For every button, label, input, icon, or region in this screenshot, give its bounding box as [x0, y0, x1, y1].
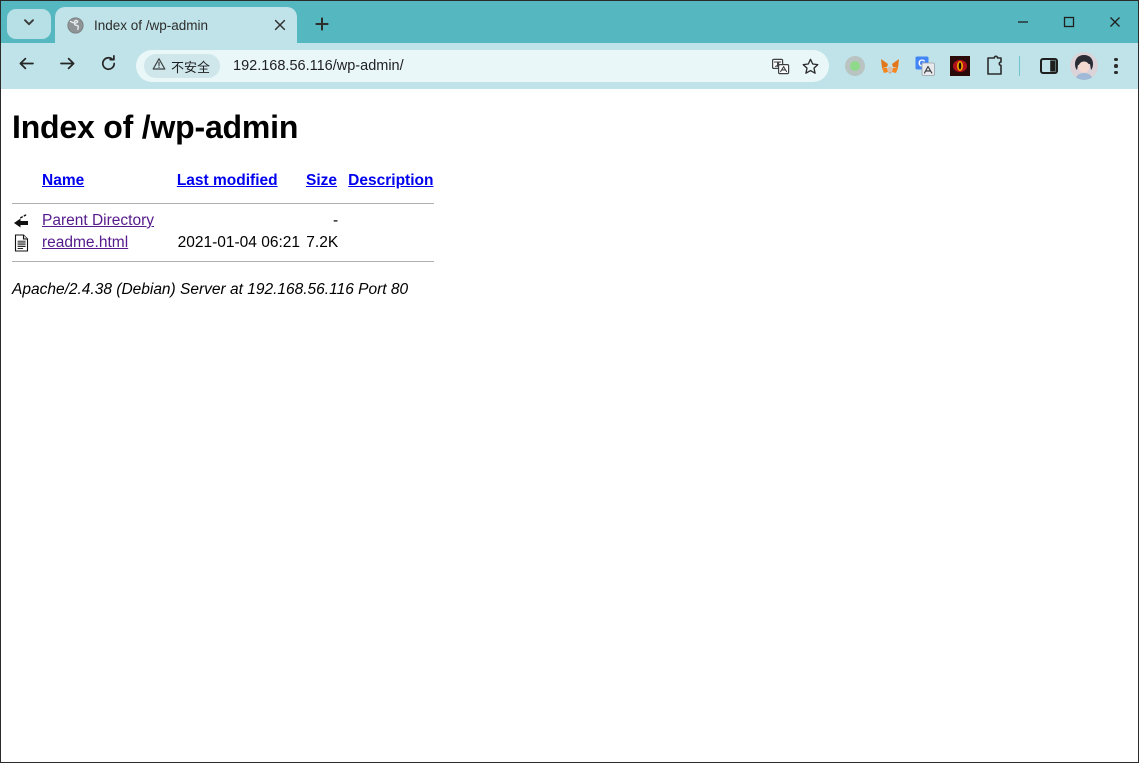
header-description[interactable]: Description	[348, 172, 434, 196]
address-bar[interactable]: 不安全 192.168.56.116/wp-admin/	[136, 50, 829, 82]
table-row: Parent Directory -	[12, 210, 434, 232]
header-icon-cell	[12, 172, 42, 196]
tab-close-button[interactable]	[269, 14, 291, 36]
back-arrow-icon	[17, 54, 36, 78]
star-icon[interactable]	[795, 51, 825, 81]
forward-arrow-icon	[58, 54, 77, 78]
text-document-icon	[12, 233, 42, 253]
chevron-down-icon	[22, 15, 36, 34]
google-translate-extension-icon[interactable]: G	[910, 51, 940, 81]
green-circle-extension-icon[interactable]	[840, 51, 870, 81]
page-content: Index of /wp-admin Name Last modified Si…	[1, 89, 1138, 762]
sort-by-description-link[interactable]: Description	[348, 172, 433, 189]
back-button[interactable]	[9, 49, 43, 83]
window-controls	[1000, 1, 1138, 43]
minimize-button[interactable]	[1000, 1, 1046, 43]
tab-title: Index of /wp-admin	[94, 17, 209, 33]
header-size[interactable]: Size	[306, 172, 348, 196]
maximize-button[interactable]	[1046, 1, 1092, 43]
row-description-cell	[348, 210, 434, 232]
reload-button[interactable]	[91, 49, 125, 83]
new-tab-button[interactable]	[307, 9, 337, 39]
tab-strip: Index of /wp-admin	[1, 1, 1138, 43]
globe-icon	[67, 16, 84, 34]
row-last-modified-cell: 2021-01-04 06:21	[177, 234, 301, 251]
forward-button[interactable]	[50, 49, 84, 83]
header-rule	[12, 203, 434, 204]
browser-tab[interactable]: Index of /wp-admin	[55, 7, 297, 43]
three-dot-menu-icon[interactable]	[1102, 51, 1130, 81]
header-name[interactable]: Name	[42, 172, 177, 196]
sort-by-size-link[interactable]: Size	[306, 172, 337, 189]
table-row: readme.html 2021-01-04 06:21 7.2K	[12, 232, 434, 254]
server-signature: Apache/2.4.38 (Debian) Server at 192.168…	[12, 281, 409, 298]
header-last-modified[interactable]: Last modified	[177, 172, 306, 196]
close-window-button[interactable]	[1092, 1, 1138, 43]
row-icon-cell	[12, 232, 42, 254]
row-icon-cell	[12, 210, 42, 232]
browser-toolbar: 不安全 192.168.56.116/wp-admin/	[1, 43, 1138, 89]
translate-icon[interactable]	[765, 51, 795, 81]
reload-icon	[99, 54, 118, 78]
row-name-cell[interactable]: Parent Directory	[42, 210, 177, 232]
browser-window: Index of /wp-admin 不安全 192.168.56.116/wp…	[0, 0, 1139, 763]
warning-triangle-icon	[152, 57, 166, 76]
sort-by-last-modified-link[interactable]: Last modified	[177, 172, 278, 189]
table-header-row: Name Last modified Size Description	[12, 172, 434, 196]
dark-red-eye-extension-icon[interactable]	[945, 51, 975, 81]
tab-search-button[interactable]	[7, 9, 51, 39]
footer-rule	[12, 261, 434, 262]
puzzle-piece-extensions-icon[interactable]	[980, 51, 1010, 81]
row-size-cell: 7.2K	[306, 234, 339, 251]
row-name-cell[interactable]: readme.html	[42, 232, 177, 254]
footer-separator-row	[12, 254, 434, 268]
avatar[interactable]	[1070, 52, 1098, 80]
file-link-readme-html[interactable]: readme.html	[42, 234, 128, 251]
toolbar-divider	[1019, 56, 1020, 76]
site-security-label: 不安全	[171, 59, 211, 75]
header-separator-row	[12, 196, 434, 210]
row-last-modified-cell	[177, 210, 306, 232]
parent-directory-link[interactable]: Parent Directory	[42, 212, 154, 229]
side-panel-icon[interactable]	[1034, 51, 1064, 81]
page-title: Index of /wp-admin	[12, 109, 299, 145]
metamask-fox-icon[interactable]	[875, 51, 905, 81]
address-bar-url[interactable]: 192.168.56.116/wp-admin/	[233, 58, 765, 74]
row-description-cell	[348, 232, 434, 254]
sort-by-name-link[interactable]: Name	[42, 172, 84, 189]
directory-listing-table: Name Last modified Size Description Pare…	[12, 172, 434, 268]
site-security-chip[interactable]: 不安全	[144, 54, 221, 78]
row-size-cell: -	[333, 212, 339, 229]
parent-directory-icon	[12, 211, 42, 231]
